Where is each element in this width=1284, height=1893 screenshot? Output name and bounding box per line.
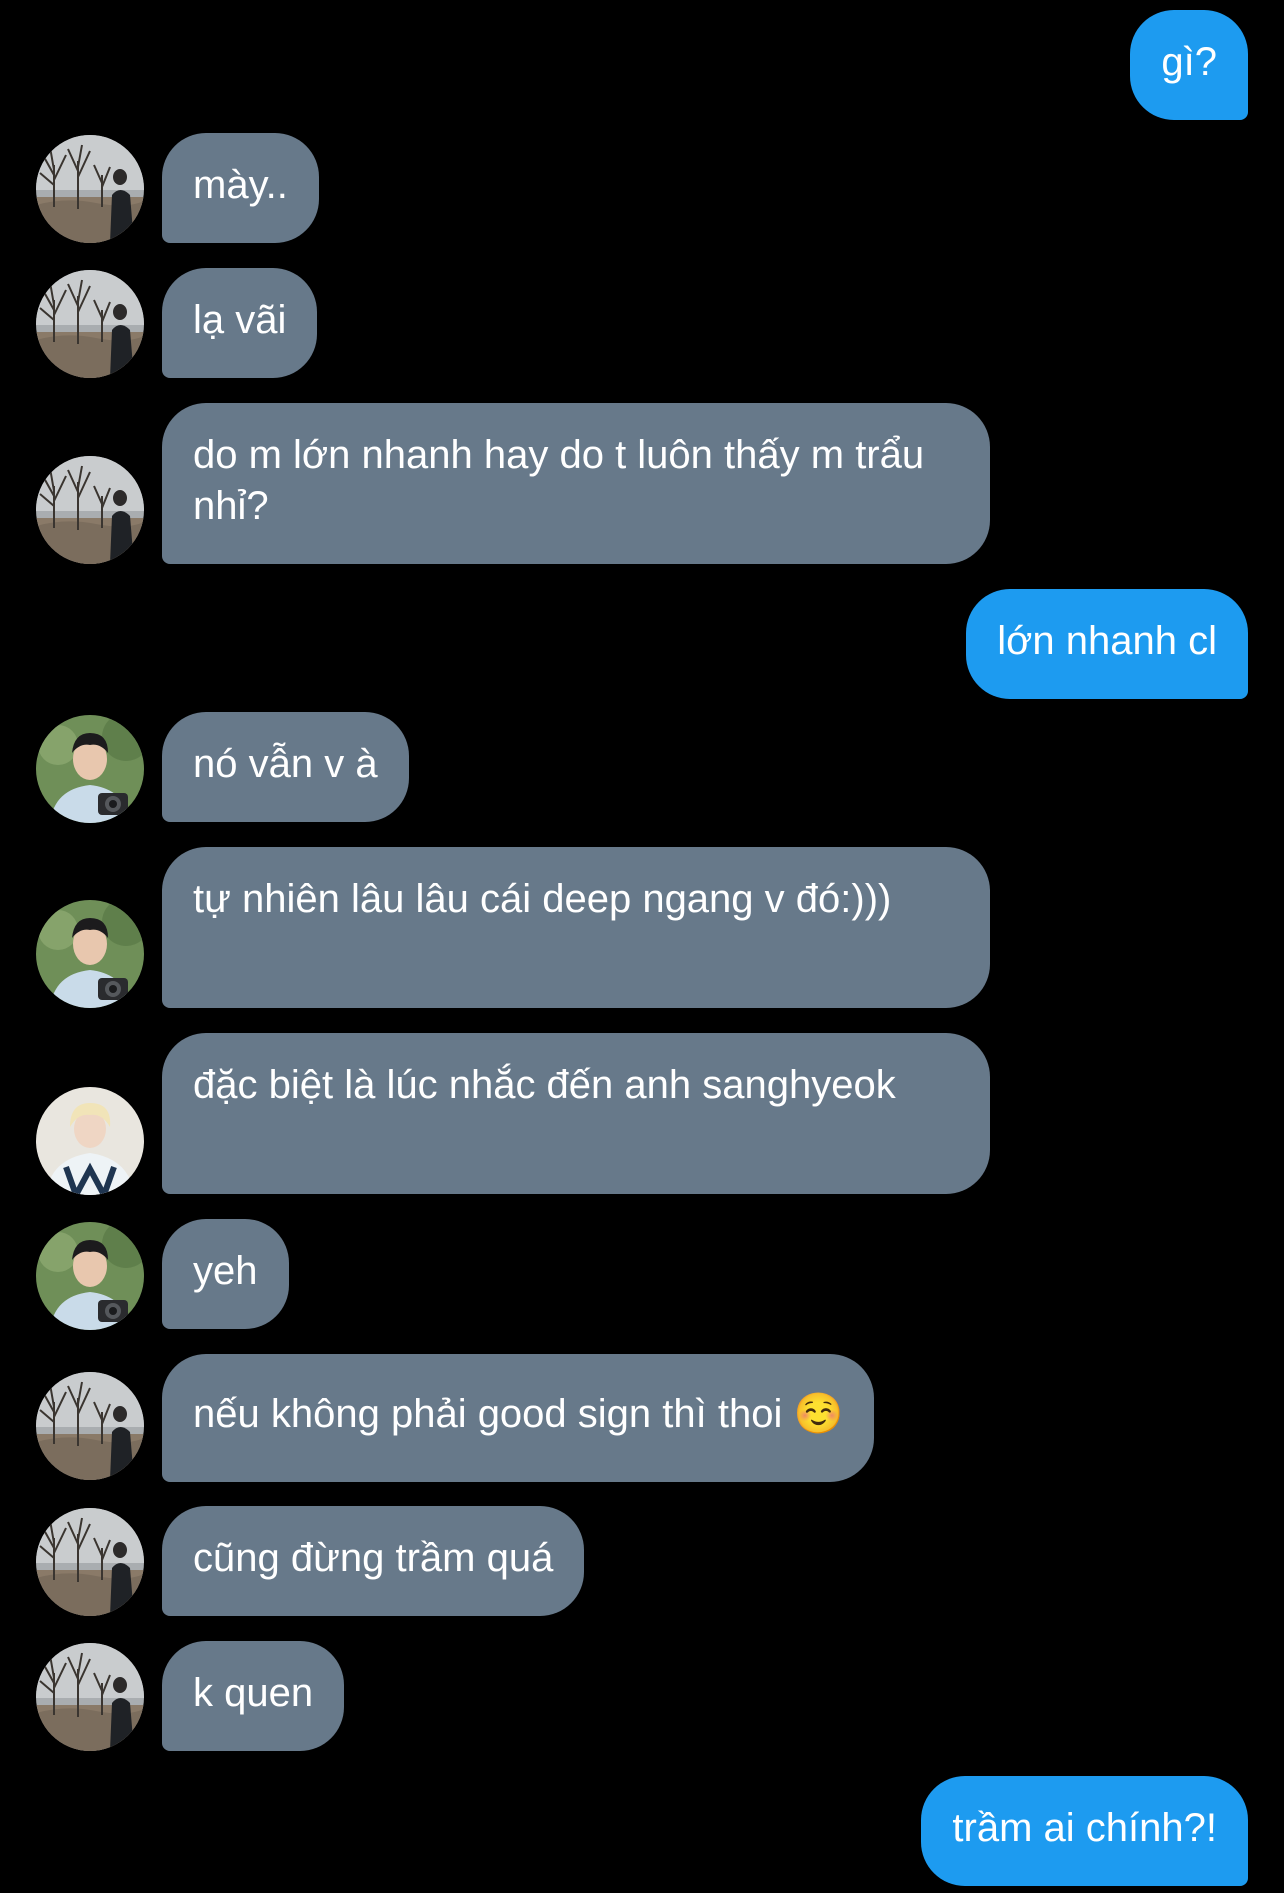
message-text: do m lớn nhanh hay do t luôn thấy m trẩu…	[193, 433, 925, 528]
message-text: k quen	[193, 1671, 314, 1715]
incoming-message-bubble[interactable]: đặc biệt là lúc nhắc đến anh sanghyeok	[162, 1033, 990, 1194]
message-text: đặc biệt là lúc nhắc đến anh sanghyeok	[193, 1063, 896, 1107]
message-text: mày..	[193, 163, 288, 207]
incoming-message-bubble[interactable]: tự nhiên lâu lâu cái deep ngang v đó:)))	[162, 847, 990, 1008]
contact-avatar[interactable]	[36, 456, 144, 564]
contact-avatar[interactable]	[36, 1087, 144, 1195]
incoming-message-bubble[interactable]: k quen	[162, 1641, 345, 1751]
avatar-icon	[36, 1222, 144, 1330]
message-text: gì?	[1161, 40, 1217, 84]
avatar-icon	[36, 270, 144, 378]
message-text: nó vẫn v à	[193, 742, 378, 786]
contact-avatar[interactable]	[36, 1222, 144, 1330]
incoming-message-bubble[interactable]: mày..	[162, 133, 319, 243]
message-text: trầm ai chính?!	[952, 1806, 1217, 1850]
incoming-message-bubble[interactable]: lạ vãi	[162, 268, 318, 378]
outgoing-message-bubble[interactable]: trầm ai chính?!	[921, 1776, 1248, 1886]
avatar-icon	[36, 456, 144, 564]
message-text: nếu không phải good sign thì thoi	[193, 1392, 783, 1436]
avatar-icon	[36, 715, 144, 823]
avatar-icon	[36, 1087, 144, 1195]
smiling-emoji-icon: ☺️	[793, 1391, 844, 1437]
incoming-message-bubble[interactable]: nếu không phải good sign thì thoi ☺️	[162, 1354, 875, 1482]
message-text: lớn nhanh cl	[997, 619, 1217, 663]
contact-avatar[interactable]	[36, 900, 144, 1008]
outgoing-message-bubble[interactable]: lớn nhanh cl	[966, 589, 1248, 699]
incoming-message-bubble[interactable]: yeh	[162, 1219, 289, 1329]
avatar-icon	[36, 1372, 144, 1480]
message-text: tự nhiên lâu lâu cái deep ngang v đó:)))	[193, 877, 892, 921]
contact-avatar[interactable]	[36, 135, 144, 243]
contact-avatar[interactable]	[36, 1643, 144, 1751]
contact-avatar[interactable]	[36, 270, 144, 378]
avatar-icon	[36, 900, 144, 1008]
incoming-message-bubble[interactable]: do m lớn nhanh hay do t luôn thấy m trẩu…	[162, 403, 990, 564]
incoming-message-bubble[interactable]: cũng đừng trầm quá	[162, 1506, 585, 1616]
avatar-icon	[36, 1643, 144, 1751]
avatar-icon	[36, 135, 144, 243]
message-text: lạ vãi	[193, 298, 287, 342]
avatar-icon	[36, 1508, 144, 1616]
outgoing-message-bubble[interactable]: gì?	[1130, 10, 1248, 120]
incoming-message-bubble[interactable]: nó vẫn v à	[162, 712, 409, 822]
message-text: yeh	[193, 1249, 258, 1293]
contact-avatar[interactable]	[36, 715, 144, 823]
message-text: cũng đừng trầm quá	[193, 1536, 554, 1580]
contact-avatar[interactable]	[36, 1508, 144, 1616]
contact-avatar[interactable]	[36, 1372, 144, 1480]
